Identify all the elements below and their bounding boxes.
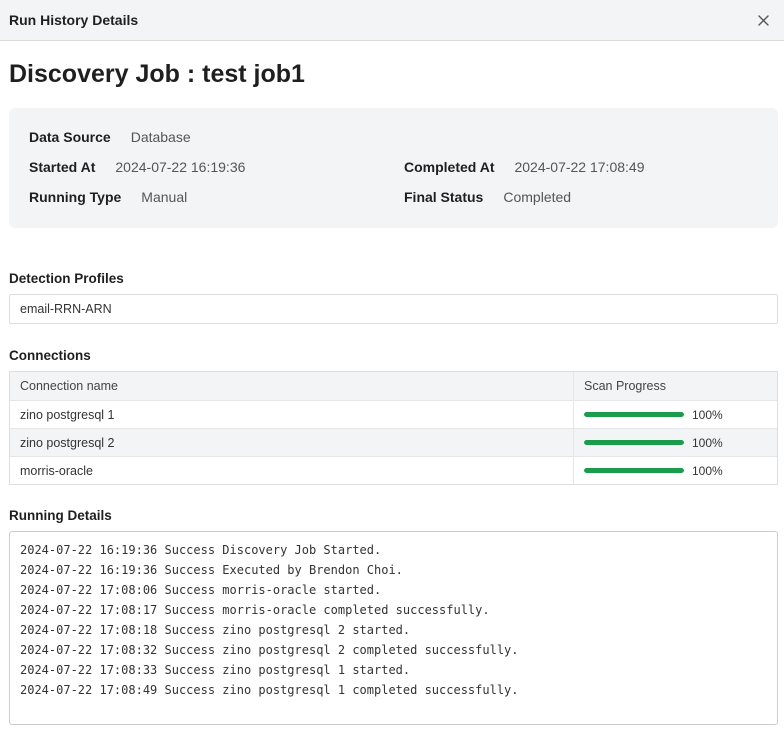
modal-body: Discovery Job : test job1 Data Source Da… bbox=[0, 58, 784, 725]
scan-progress-cell: 100% bbox=[574, 457, 777, 484]
data-source-row: Data Source Database bbox=[29, 129, 191, 145]
log-line: 2024-07-22 16:19:36 Success Executed by … bbox=[20, 563, 403, 577]
connection-name: morris-oracle bbox=[10, 457, 574, 484]
table-row[interactable]: morris-oracle 100% bbox=[10, 456, 777, 484]
running-type-label: Running Type bbox=[29, 189, 122, 205]
final-status-value: Completed bbox=[503, 189, 572, 205]
data-source-value: Database bbox=[130, 129, 191, 145]
log-line: 2024-07-22 17:08:17 Success morris-oracl… bbox=[20, 603, 490, 617]
data-source-label: Data Source bbox=[29, 129, 111, 145]
log-line: 2024-07-22 16:19:36 Success Discovery Jo… bbox=[20, 543, 382, 557]
started-at-row: Started At 2024-07-22 16:19:36 bbox=[29, 159, 245, 175]
log-line: 2024-07-22 17:08:49 Success zino postgre… bbox=[20, 683, 519, 697]
progress-bar-fill bbox=[584, 412, 684, 417]
close-icon bbox=[757, 14, 769, 26]
progress-percent: 100% bbox=[692, 463, 723, 478]
progress-bar-fill bbox=[584, 440, 684, 445]
column-header-connection-name: Connection name bbox=[10, 372, 574, 400]
page-title: Discovery Job : test job1 bbox=[9, 60, 305, 88]
running-type-value: Manual bbox=[141, 189, 188, 205]
detection-profiles-field: email-RRN-ARN bbox=[9, 294, 778, 324]
scan-progress-cell: 100% bbox=[574, 429, 777, 456]
started-at-value: 2024-07-22 16:19:36 bbox=[115, 159, 246, 175]
table-row[interactable]: zino postgresql 1 100% bbox=[10, 400, 777, 428]
running-type-row: Running Type Manual bbox=[29, 189, 187, 205]
log-line: 2024-07-22 17:08:33 Success zino postgre… bbox=[20, 663, 411, 677]
completed-at-value: 2024-07-22 17:08:49 bbox=[514, 159, 645, 175]
final-status-label: Final Status bbox=[404, 189, 484, 205]
progress-bar bbox=[584, 440, 684, 445]
detection-profiles-heading: Detection Profiles bbox=[9, 271, 124, 286]
log-line: 2024-07-22 17:08:06 Success morris-oracl… bbox=[20, 583, 382, 597]
log-line: 2024-07-22 17:08:32 Success zino postgre… bbox=[20, 643, 519, 657]
log-line: 2024-07-22 17:08:18 Success zino postgre… bbox=[20, 623, 411, 637]
final-status-row: Final Status Completed bbox=[404, 189, 571, 205]
progress-bar bbox=[584, 468, 684, 473]
started-at-label: Started At bbox=[29, 159, 96, 175]
progress-percent: 100% bbox=[692, 435, 723, 450]
running-details-log[interactable]: 2024-07-22 16:19:36 Success Discovery Jo… bbox=[9, 531, 778, 725]
completed-at-row: Completed At 2024-07-22 17:08:49 bbox=[404, 159, 644, 175]
running-details-heading: Running Details bbox=[9, 508, 112, 523]
detection-profile-value: email-RRN-ARN bbox=[20, 302, 112, 316]
progress-percent: 100% bbox=[692, 407, 723, 422]
modal-title: Run History Details bbox=[9, 12, 139, 28]
progress-bar bbox=[584, 412, 684, 417]
completed-at-label: Completed At bbox=[404, 159, 495, 175]
modal-header: Run History Details bbox=[0, 0, 784, 41]
scan-progress-cell: 100% bbox=[574, 401, 777, 428]
table-header-row: Connection name Scan Progress bbox=[10, 372, 777, 400]
connection-name: zino postgresql 2 bbox=[10, 429, 574, 456]
connections-heading: Connections bbox=[9, 348, 91, 363]
connection-name: zino postgresql 1 bbox=[10, 401, 574, 428]
close-button[interactable] bbox=[755, 12, 771, 28]
summary-panel: Data Source Database Started At 2024-07-… bbox=[9, 108, 778, 228]
table-row[interactable]: zino postgresql 2 100% bbox=[10, 428, 777, 456]
column-header-scan-progress: Scan Progress bbox=[584, 379, 666, 393]
connections-table: Connection name Scan Progress zino postg… bbox=[9, 371, 778, 485]
progress-bar-fill bbox=[584, 468, 684, 473]
